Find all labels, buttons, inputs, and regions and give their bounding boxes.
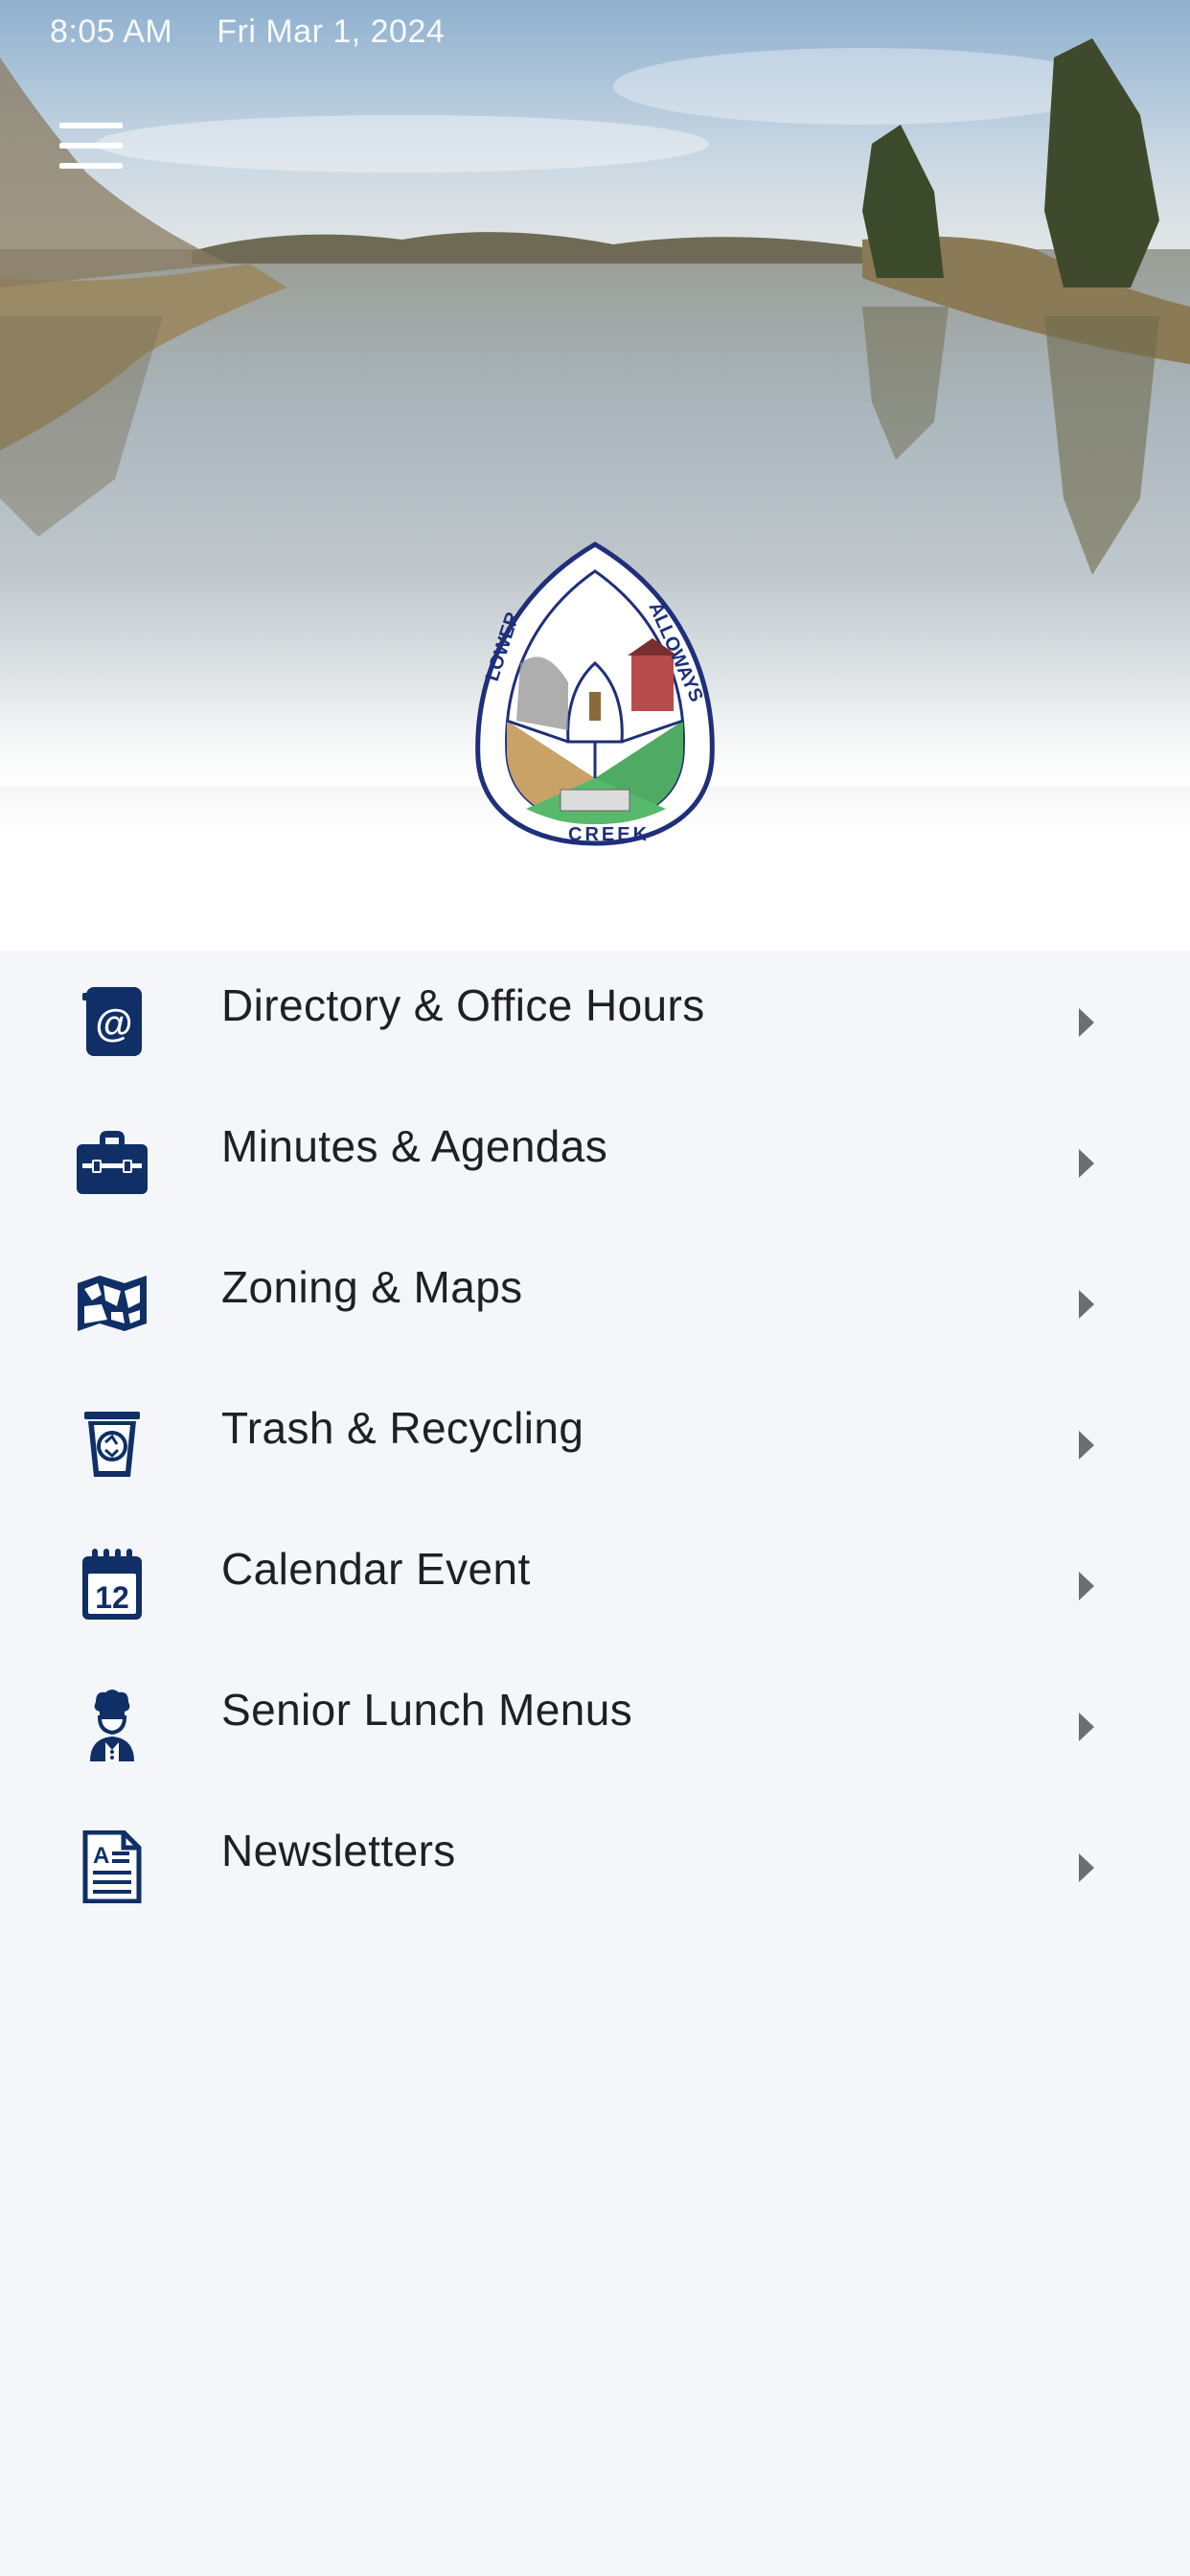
menu-item-label: Zoning & Maps — [221, 1262, 523, 1312]
chef-icon — [69, 1683, 155, 1769]
menu-item-directory-office-hours[interactable]: @ Directory & Office Hours — [0, 951, 1190, 1092]
chevron-right-icon — [1079, 1853, 1094, 1882]
svg-text:@: @ — [95, 1002, 132, 1045]
menu-item-label: Calendar Event — [221, 1544, 531, 1594]
svg-text:A: A — [93, 1843, 109, 1869]
recycling-bin-icon — [69, 1401, 155, 1487]
menu-item-newsletters[interactable]: A Newsletters — [0, 1796, 1190, 1937]
calendar-icon: 12 — [69, 1542, 155, 1628]
menu-item-zoning-maps[interactable]: Zoning & Maps — [0, 1232, 1190, 1373]
chevron-right-icon — [1079, 1572, 1094, 1600]
seal-text-creek: CREEK — [568, 824, 650, 845]
main-menu-list: @ Directory & Office Hours Minutes & Age… — [0, 951, 1190, 1937]
menu-item-trash-recycling[interactable]: Trash & Recycling — [0, 1373, 1190, 1514]
status-time: 8:05 AM — [50, 13, 173, 50]
chevron-right-icon — [1079, 1290, 1094, 1319]
hero-banner: 8:05 AM Fri Mar 1, 2024 LOWER ALLOWAYS C… — [0, 0, 1190, 951]
chevron-right-icon — [1079, 1149, 1094, 1178]
menu-item-minutes-agendas[interactable]: Minutes & Agendas — [0, 1092, 1190, 1232]
hamburger-menu-icon[interactable] — [59, 123, 123, 169]
map-icon — [69, 1260, 155, 1346]
menu-item-label: Trash & Recycling — [221, 1403, 584, 1453]
status-date: Fri Mar 1, 2024 — [217, 13, 446, 50]
menu-item-label: Minutes & Agendas — [221, 1121, 608, 1171]
chevron-right-icon — [1079, 1713, 1094, 1741]
menu-item-label: Newsletters — [221, 1826, 456, 1875]
menu-item-label: Directory & Office Hours — [221, 980, 705, 1030]
menu-item-calendar-event[interactable]: 12 Calendar Event — [0, 1514, 1190, 1655]
status-bar: 8:05 AM Fri Mar 1, 2024 — [50, 13, 445, 51]
chevron-right-icon — [1079, 1431, 1094, 1460]
address-book-icon: @ — [69, 978, 155, 1065]
menu-item-label: Senior Lunch Menus — [221, 1685, 633, 1735]
svg-text:12: 12 — [95, 1580, 129, 1615]
briefcase-icon — [69, 1119, 155, 1206]
menu-item-senior-lunch-menus[interactable]: Senior Lunch Menus — [0, 1655, 1190, 1796]
township-seal-logo: LOWER ALLOWAYS CREEK — [475, 541, 715, 846]
document-icon: A — [69, 1824, 155, 1910]
chevron-right-icon — [1079, 1008, 1094, 1037]
